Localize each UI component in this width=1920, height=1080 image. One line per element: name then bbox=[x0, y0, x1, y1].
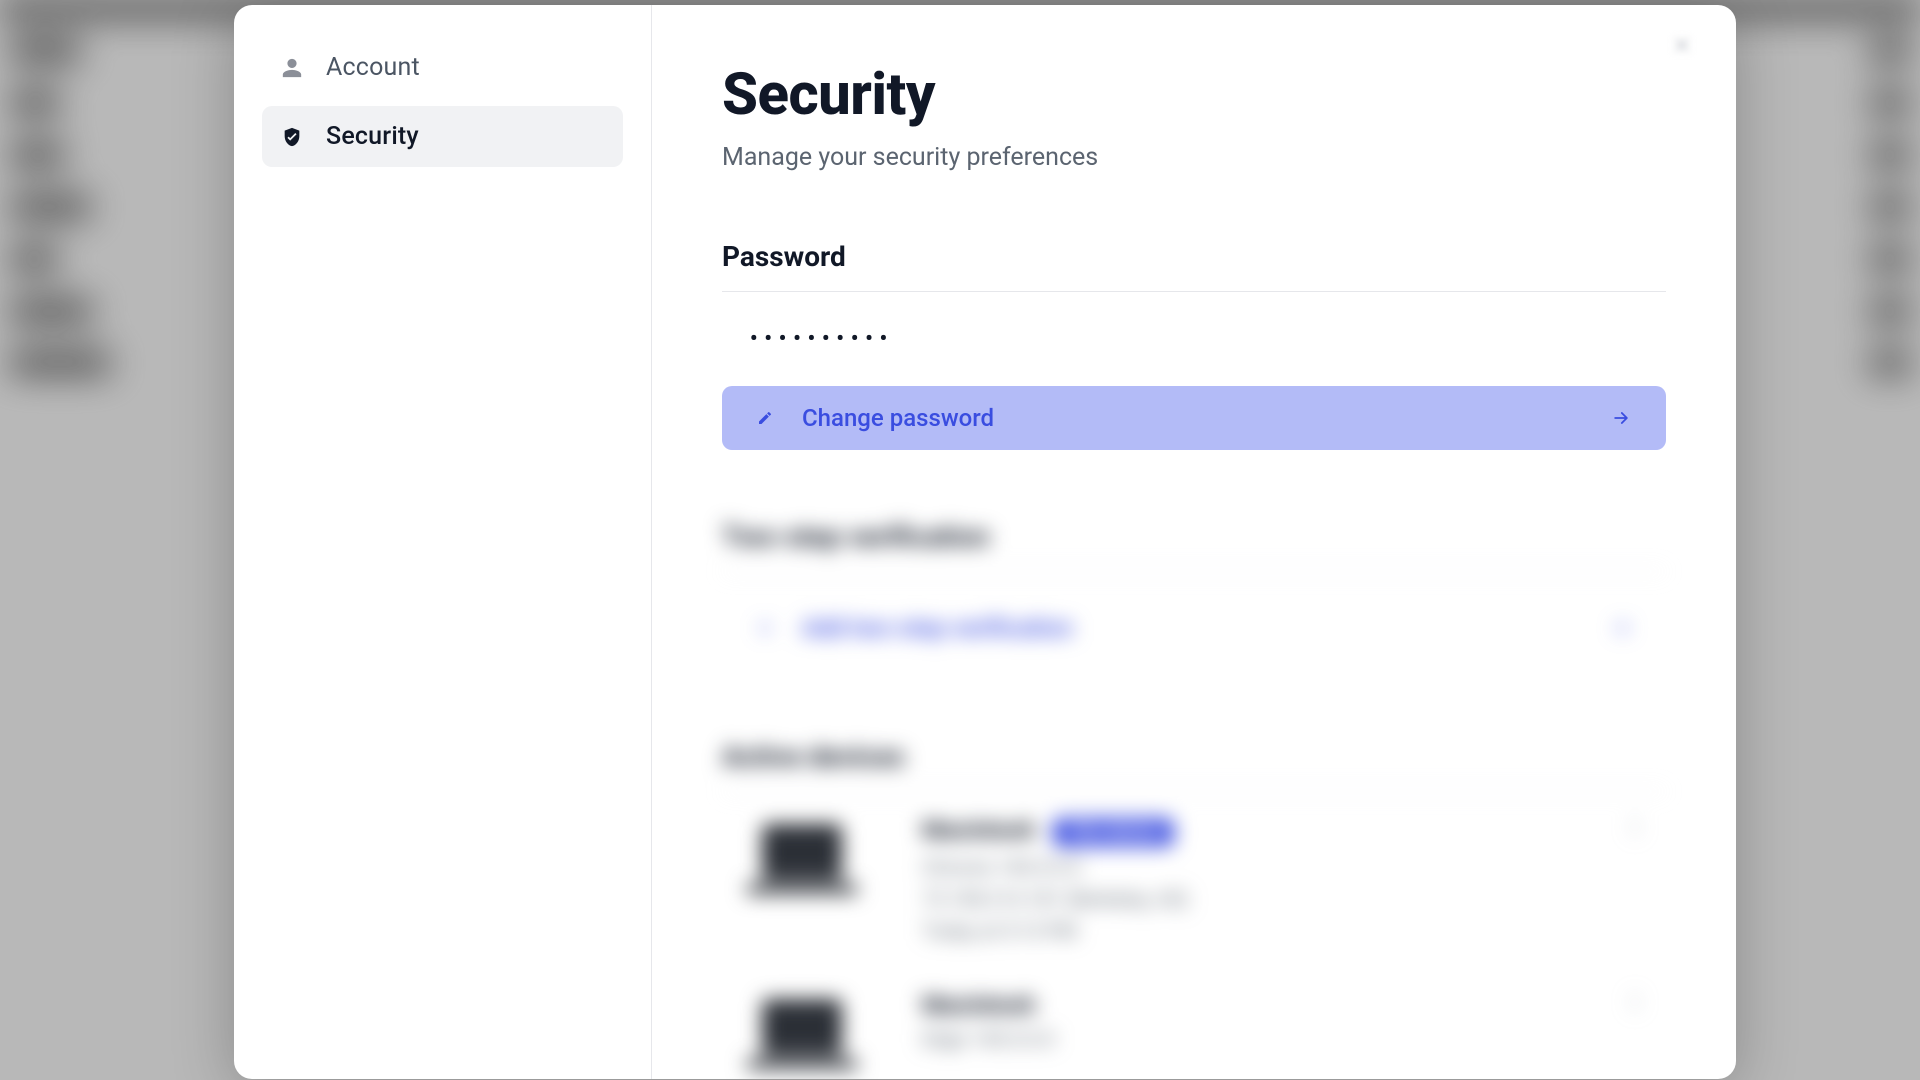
pencil-icon bbox=[756, 409, 774, 427]
device-timestamp: Today at 5:13 PM bbox=[922, 919, 1188, 943]
user-icon bbox=[280, 56, 304, 80]
device-browser: Edge 140.0.0.0 bbox=[922, 1027, 1055, 1051]
close-icon bbox=[1671, 34, 1693, 56]
more-vertical-icon bbox=[1624, 816, 1646, 838]
page-subtitle: Manage your security preferences bbox=[722, 143, 1666, 172]
close-button[interactable] bbox=[1664, 27, 1700, 63]
settings-sidebar: Account Security bbox=[234, 5, 652, 1079]
device-browser: Chrome 140.0.0.0 bbox=[922, 855, 1188, 879]
arrow-right-icon bbox=[1610, 407, 1632, 429]
sidebar-item-account[interactable]: Account bbox=[262, 37, 623, 98]
desktop-icon bbox=[742, 991, 862, 1077]
section-title-devices: Active devices bbox=[722, 740, 1666, 792]
add-two-step-button[interactable]: Add two-step verification bbox=[722, 596, 1666, 660]
desktop-icon bbox=[742, 816, 862, 902]
device-badge: This device bbox=[1053, 818, 1173, 847]
blurred-lower-content: Two-step verification Add two-step verif… bbox=[722, 520, 1666, 1079]
password-masked-value: •••••••••• bbox=[722, 326, 1666, 350]
add-two-step-label: Add two-step verification bbox=[802, 614, 1610, 642]
device-name: Macintosh bbox=[922, 816, 1035, 844]
two-step-section: Two-step verification Add two-step verif… bbox=[722, 520, 1666, 660]
device-location: 73.108.214.181 (Berkeley, US) bbox=[922, 887, 1188, 911]
shield-icon bbox=[280, 125, 304, 149]
arrow-right-icon bbox=[1610, 617, 1632, 639]
device-name: Macintosh bbox=[922, 991, 1035, 1019]
settings-modal: Account Security Security Manage your se… bbox=[234, 5, 1736, 1079]
active-devices-section: Active devices Macintosh This device Chr… bbox=[722, 740, 1666, 1079]
section-title-two-step: Two-step verification bbox=[722, 520, 1666, 572]
device-row: Macintosh This device Chrome 140.0.0.0 7… bbox=[722, 792, 1666, 967]
settings-main: Security Manage your security preference… bbox=[652, 5, 1736, 1079]
device-row: Macintosh Edge 140.0.0.0 bbox=[722, 967, 1666, 1079]
change-password-button[interactable]: Change password bbox=[722, 386, 1666, 450]
change-password-label: Change password bbox=[802, 404, 1610, 432]
plus-icon bbox=[756, 619, 774, 637]
page-title: Security bbox=[722, 61, 1666, 129]
more-vertical-icon bbox=[1624, 991, 1646, 1013]
sidebar-item-security[interactable]: Security bbox=[262, 106, 623, 167]
device-menu-button[interactable] bbox=[1624, 991, 1646, 1017]
section-title-password: Password bbox=[722, 240, 1666, 292]
device-menu-button[interactable] bbox=[1624, 816, 1646, 842]
sidebar-item-label: Account bbox=[326, 53, 420, 82]
sidebar-item-label: Security bbox=[326, 122, 419, 151]
password-section: Password •••••••••• Change password bbox=[722, 240, 1666, 450]
